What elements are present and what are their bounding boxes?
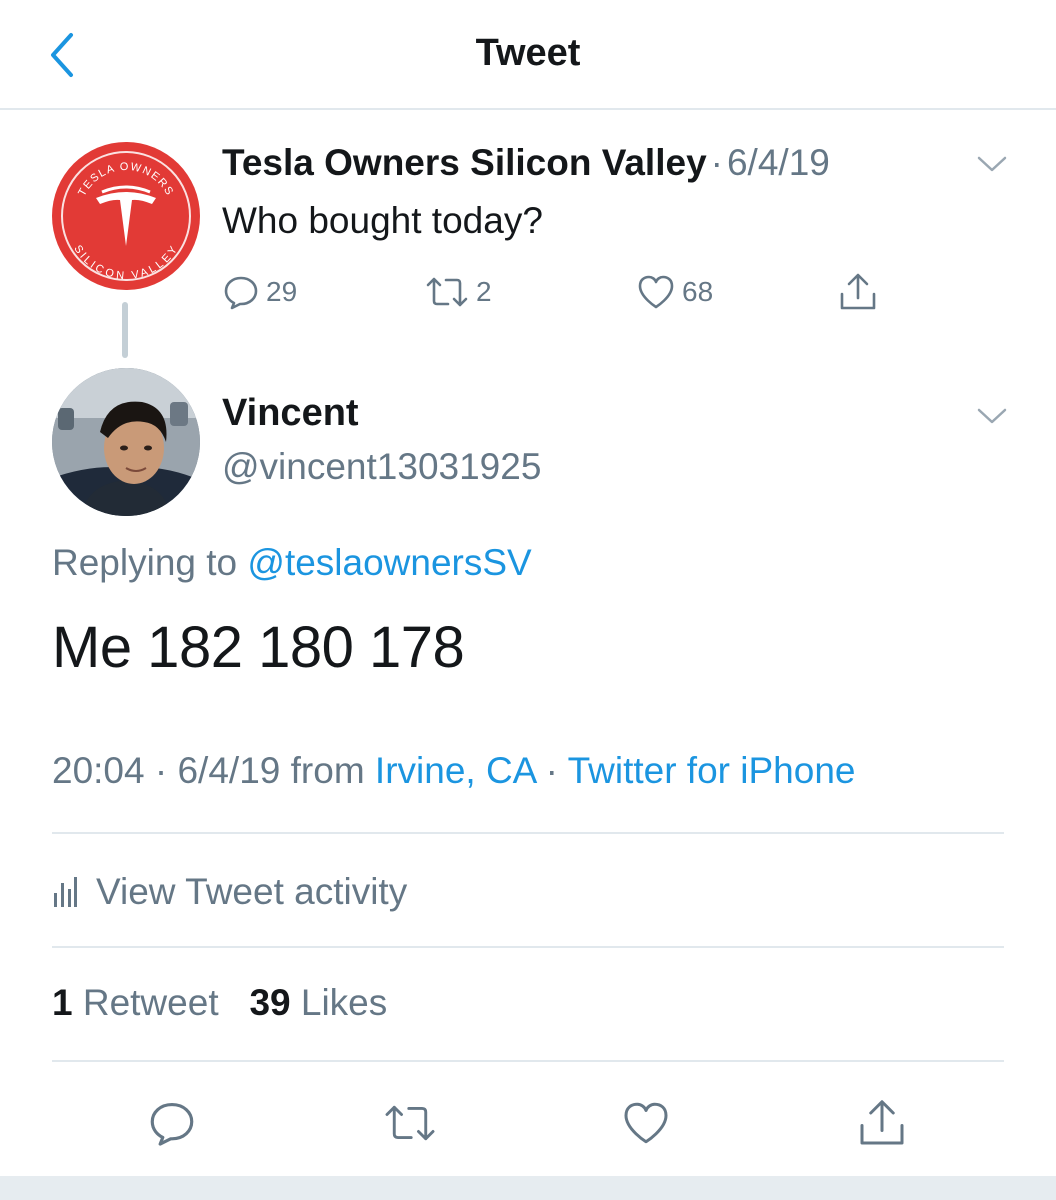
tweet-text: Me 182 180 178 xyxy=(52,615,465,680)
source-link[interactable]: Twitter for iPhone xyxy=(568,750,856,791)
retweet-total: 1 xyxy=(52,982,73,1023)
tweet-time: 20:04 xyxy=(52,750,145,791)
separator-dot: · xyxy=(545,750,558,791)
page-title: Tweet xyxy=(475,32,581,74)
retweet-label: Retweet xyxy=(82,982,219,1023)
divider xyxy=(52,946,1004,948)
like-label: Likes xyxy=(300,982,388,1023)
author-handle[interactable]: @vincent13031925 xyxy=(222,446,541,488)
chevron-down-icon xyxy=(977,408,1007,424)
retweet-icon xyxy=(426,277,468,307)
divider xyxy=(52,1060,1004,1062)
divider xyxy=(52,832,1004,834)
parent-reply-button[interactable]: 29 xyxy=(222,270,297,314)
parent-tweet-actions: 29 2 68 xyxy=(222,270,902,314)
engagement-stats: 1 Retweet 39 Likes xyxy=(52,982,387,1024)
parent-author-name[interactable]: Tesla Owners Silicon Valley xyxy=(222,142,707,183)
share-button[interactable] xyxy=(852,1088,912,1158)
separator-dot: · xyxy=(710,142,723,183)
heart-icon xyxy=(638,275,674,309)
share-icon xyxy=(860,1100,904,1145)
svg-text:SILICON VALLEY: SILICON VALLEY xyxy=(71,243,180,282)
tesla-owners-logo: TESLA OWNERS SILICON VALLEY xyxy=(61,151,191,282)
share-icon xyxy=(840,273,876,310)
parent-tweet-date[interactable]: 6/4/19 xyxy=(727,142,830,183)
activity-label: View Tweet activity xyxy=(96,871,408,912)
retweets-stat[interactable]: 1 Retweet xyxy=(52,982,219,1023)
parent-tweet-header: Tesla Owners Silicon Valley · 6/4/19 xyxy=(222,142,830,184)
view-tweet-activity-button[interactable]: View Tweet activity xyxy=(52,866,407,918)
tweet-action-bar xyxy=(0,1088,1056,1158)
parent-tweet-menu-button[interactable] xyxy=(974,152,1010,176)
replying-to-handle-link[interactable]: @teslaownersSV xyxy=(247,542,531,583)
reply-count: 29 xyxy=(266,276,298,307)
bar-chart-icon xyxy=(54,877,77,907)
parent-tweet-text: Who bought today? xyxy=(222,200,543,241)
reply-icon xyxy=(150,1103,194,1146)
likes-stat[interactable]: 39 Likes xyxy=(249,982,387,1023)
avatar-photo xyxy=(52,368,200,516)
heart-icon xyxy=(624,1102,668,1144)
chevron-down-icon xyxy=(977,156,1007,172)
parent-retweet-button[interactable]: 2 xyxy=(424,270,492,314)
parent-share-button[interactable] xyxy=(838,270,878,314)
reply-icon xyxy=(224,276,258,310)
tweet-date: 6/4/19 xyxy=(177,750,281,791)
reply-composer-bar[interactable] xyxy=(0,1176,1056,1200)
replying-to-line: Replying to @teslaownersSV xyxy=(52,542,532,584)
vincent-avatar[interactable] xyxy=(52,368,200,516)
author-name[interactable]: Vincent xyxy=(222,392,359,435)
parent-tweet[interactable]: TESLA OWNERS SILICON VALLEY Tesla Owners… xyxy=(0,112,1056,362)
tweet-menu-button[interactable] xyxy=(974,404,1010,428)
retweet-button[interactable] xyxy=(380,1088,440,1158)
reply-button[interactable] xyxy=(142,1088,202,1158)
like-count: 68 xyxy=(682,276,714,307)
tesla-owners-avatar[interactable]: TESLA OWNERS SILICON VALLEY xyxy=(52,142,200,290)
replying-prefix: Replying to xyxy=(52,542,238,583)
from-word: from xyxy=(290,750,365,791)
tweet-metadata: 20:04 · 6/4/19 from Irvine, CA · Twitter… xyxy=(52,750,855,792)
retweet-count: 2 xyxy=(476,276,492,307)
retweet-icon xyxy=(385,1105,435,1141)
top-nav-bar: Tweet xyxy=(0,0,1056,110)
separator-dot: · xyxy=(154,750,168,791)
thread-line xyxy=(122,302,128,358)
like-total: 39 xyxy=(249,982,291,1023)
like-button[interactable] xyxy=(616,1088,676,1158)
parent-like-button[interactable]: 68 xyxy=(636,270,713,314)
location-link[interactable]: Irvine, CA xyxy=(375,750,535,791)
